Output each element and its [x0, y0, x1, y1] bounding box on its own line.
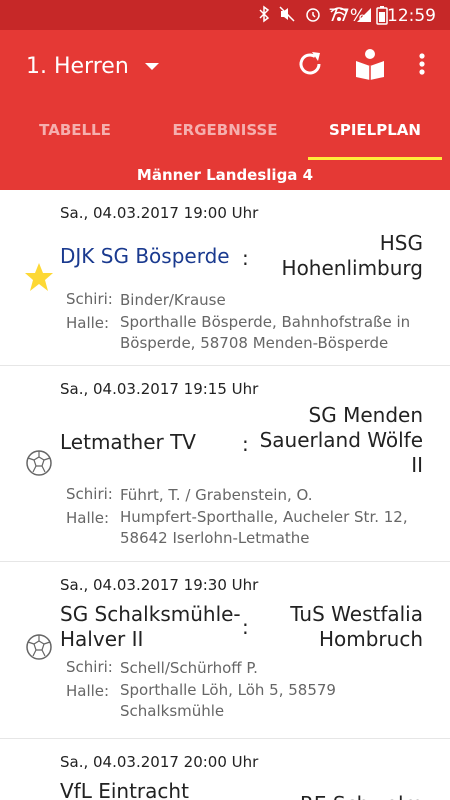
tab-tabelle[interactable]: TABELLE — [0, 100, 150, 160]
away-team: HSG Hohenlimburg — [281, 231, 423, 280]
status-bar: 77% 12:59 — [0, 0, 450, 30]
tab-ergebnisse[interactable]: ERGEBNISSE — [150, 100, 300, 160]
venue-label: Halle: — [66, 509, 110, 527]
match-list[interactable]: Sa., 04.03.2017 19:00 Uhr DJK SG Bösperd… — [0, 190, 450, 800]
away-team: RE Schwelm — [248, 792, 423, 800]
team-dropdown-label: 1. Herren — [26, 54, 129, 79]
dropdown-caret-icon — [144, 63, 159, 70]
person-reading-icon — [353, 47, 387, 85]
venue-value: Humpfert-Sporthalle, Aucheler Str. 12, 5… — [120, 508, 408, 547]
match-item[interactable]: Sa., 04.03.2017 19:15 Uhr Letmather TV :… — [0, 366, 450, 562]
referee-label: Schiri: — [66, 485, 113, 503]
overflow-menu-button[interactable] — [404, 48, 440, 84]
home-team: Letmather TV — [60, 430, 196, 454]
tab-spielplan[interactable]: SPIELPLAN — [300, 100, 450, 160]
referee-label: Schiri: — [66, 290, 113, 308]
referee-value: Schell/Schürhoff P. — [120, 659, 258, 677]
away-team: SG Menden Sauerland Wölfe II — [259, 403, 423, 477]
referee-value: Führt, T. / Grabenstein, O. — [120, 486, 313, 504]
refresh-icon — [295, 49, 325, 83]
star-icon[interactable] — [24, 262, 54, 292]
app-bar: 1. Herren TABELLE ERGEBNISSE SPIELPLAN — [0, 30, 450, 160]
reader-button[interactable] — [352, 48, 388, 84]
venue-label: Halle: — [66, 682, 110, 700]
bluetooth-icon — [258, 5, 270, 27]
venue-value: Sporthalle Löh, Löh 5, 58579 Schalksmühl… — [120, 681, 336, 720]
match-item[interactable]: Sa., 04.03.2017 19:30 Uhr SG Schalksmühl… — [0, 562, 450, 739]
clock: 12:59 — [387, 6, 436, 26]
team-dropdown[interactable]: 1. Herren — [26, 54, 159, 79]
venue-label: Halle: — [66, 314, 110, 332]
league-header: Männer Landesliga 4 — [0, 160, 450, 190]
more-vert-icon — [418, 52, 426, 80]
venue-value: Sporthalle Bösperde, Bahnhofstraße in Bö… — [120, 313, 411, 352]
match-datetime: Sa., 04.03.2017 20:00 Uhr — [60, 753, 259, 771]
match-item[interactable]: Sa., 04.03.2017 19:00 Uhr DJK SG Bösperd… — [0, 190, 450, 366]
handball-icon — [24, 632, 54, 662]
home-team: SG Schalksmühle-Halver II — [60, 602, 241, 651]
battery-percent: 77% — [328, 6, 366, 26]
match-item[interactable]: Sa., 04.03.2017 20:00 Uhr VfL Eintracht … — [0, 739, 450, 800]
alarm-icon — [304, 5, 322, 27]
refresh-button[interactable] — [292, 48, 328, 84]
home-team: VfL Eintracht — [60, 779, 189, 800]
referee-value: Binder/Krause — [120, 291, 226, 309]
referee-label: Schiri: — [66, 658, 113, 676]
match-datetime: Sa., 04.03.2017 19:30 Uhr — [60, 576, 259, 594]
tab-bar: TABELLE ERGEBNISSE SPIELPLAN — [0, 100, 450, 160]
away-team: TuS Westfalia Hombruch — [290, 602, 423, 651]
match-datetime: Sa., 04.03.2017 19:00 Uhr — [60, 204, 259, 222]
mute-icon — [278, 5, 296, 27]
match-datetime: Sa., 04.03.2017 19:15 Uhr — [60, 380, 259, 398]
home-team: DJK SG Bösperde — [60, 244, 230, 268]
handball-icon — [24, 448, 54, 478]
